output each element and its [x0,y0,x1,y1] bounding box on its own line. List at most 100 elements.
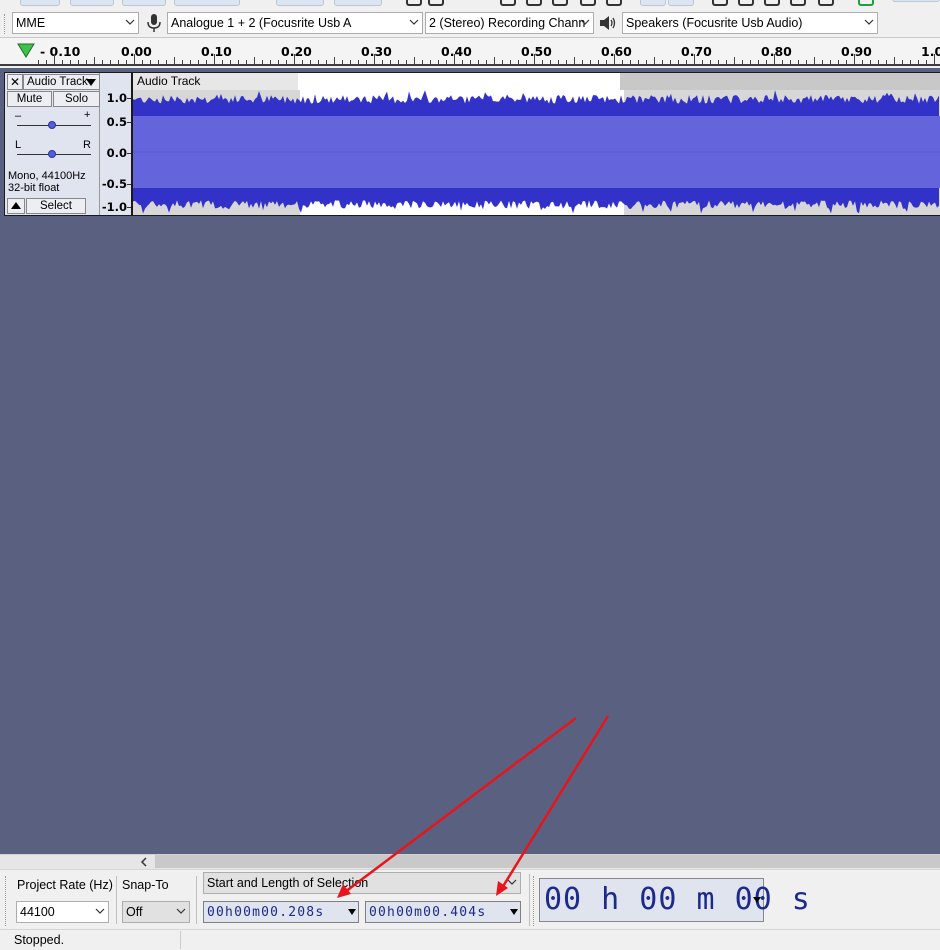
mute-label: Mute [16,93,43,105]
play-at-speed-icon[interactable] [858,0,874,6]
ruler-tick [326,60,327,64]
amplitude-tick [127,207,131,208]
waveform-area[interactable] [133,73,940,215]
chevron-down-icon [95,908,105,914]
ruler-tick [630,60,631,64]
silence-icon[interactable] [606,0,622,6]
project-rate-select[interactable]: 44100 [16,901,109,923]
playback-device-select[interactable]: Speakers (Focusrite Usb Audio) [622,12,878,34]
ruler-tick [382,60,383,64]
redo-button[interactable] [668,0,694,6]
ruler-tick [566,60,567,64]
time-format-menu-icon[interactable] [510,909,518,915]
audio-host-select[interactable]: MME [12,12,139,34]
ruler-tick [598,60,599,64]
solo-button[interactable]: Solo [53,91,100,107]
envelope-tool-icon[interactable] [428,0,444,6]
toolbar-grabber[interactable] [533,876,536,926]
ruler-tick [198,60,199,64]
toolbar-button[interactable] [276,0,324,6]
ruler-tick [854,54,855,64]
ruler-tick [414,57,415,64]
ruler-tick [358,60,359,64]
chevron-down-icon [507,879,517,885]
ruler-tick [54,54,55,64]
ruler-tick [838,60,839,64]
selection-start-time[interactable]: 00h00m00.208s [203,901,359,923]
fit-selection-icon[interactable] [764,0,780,6]
ruler-tick [270,60,271,64]
ruler-tick [366,60,367,64]
audio-position-display[interactable]: 00 h 00 m 00 s [539,878,810,922]
play-head-icon[interactable] [17,43,35,59]
toolbar-button[interactable] [70,0,114,6]
ruler-tick [430,60,431,64]
fit-project-icon[interactable] [790,0,806,6]
ruler-tick [174,57,175,64]
mute-button[interactable]: Mute [7,91,52,107]
select-track-button[interactable]: Select [26,198,86,214]
recording-device-select[interactable]: Analogue 1 + 2 (Focusrite Usb A [167,12,423,34]
cut-icon[interactable] [500,0,516,6]
close-icon: ✕ [9,75,21,89]
selection-mode-select[interactable]: Start and Length of Selection [203,872,521,894]
amplitude-tick [127,98,131,99]
ruler-tick-label: - 0.10 [40,44,81,59]
play-speed-slider[interactable] [892,0,940,2]
time-format-menu-icon[interactable] [348,909,356,915]
track-menu-button[interactable]: Audio Track [23,74,100,90]
selection-length-time[interactable]: 00h00m00.404s [365,901,521,923]
snap-to-label: Snap-To [122,878,169,892]
toolbar-button[interactable] [174,0,240,6]
trim-icon[interactable] [580,0,596,6]
copy-icon[interactable] [526,0,542,6]
zoom-in-icon[interactable] [712,0,728,6]
project-rate-label: Project Rate (Hz) [17,878,113,892]
ruler-tick [702,60,703,64]
ruler-tick-label: 0.90 [841,44,872,59]
audio-position-value: 00 h 00 m 00 s [544,882,811,917]
paste-icon[interactable] [552,0,568,6]
ruler-tick-label: 0.50 [521,44,552,59]
toolbar-button[interactable] [334,0,382,6]
select-track-label: Select [40,200,72,212]
scroll-left-icon[interactable] [139,857,149,867]
ruler-tick [582,60,583,64]
separator [529,874,530,926]
snap-to-select[interactable]: Off [122,901,190,923]
ruler-tick [638,60,639,64]
toolbar-button[interactable] [20,0,60,6]
time-format-menu-icon[interactable] [753,897,761,903]
close-track-button[interactable]: ✕ [7,74,23,90]
ruler-tick [502,60,503,64]
waveform [133,90,940,214]
ruler-tick [774,54,775,64]
ruler-tick [166,60,167,64]
gain-minus-label: – [15,110,22,122]
amplitude-label: -0.5 [101,177,127,191]
ruler-tick-label: 0.30 [361,44,392,59]
toolbar-grabber[interactable] [4,14,7,34]
ruler-tick [734,57,735,64]
ruler-tick [238,60,239,64]
ruler-tick [606,60,607,64]
ruler-tick [758,60,759,64]
pan-slider-knob[interactable] [48,150,56,158]
toolbar-button[interactable] [122,0,166,6]
amplitude-label: 0.0 [106,146,127,160]
ruler-tick [718,60,719,64]
ruler-tick-label: 1.0 [921,44,940,59]
ruler-tick [742,60,743,64]
gain-slider-knob[interactable] [48,121,56,129]
undo-button[interactable] [640,0,666,6]
collapse-track-button[interactable] [7,198,25,214]
recording-channels-select[interactable]: 2 (Stereo) Recording Chann [425,12,594,34]
scrollbar-thumb[interactable] [155,855,940,868]
timeline-ruler[interactable]: - 0.10 0.00 0.10 0.20 0.30 0.40 0.50 0.60 0.70 0.… [0,38,940,66]
toolbar-grabber[interactable] [5,876,8,926]
amplitude-tick [127,153,131,154]
track-name-bar-selected [298,73,620,90]
zoom-toggle-icon[interactable] [818,0,834,6]
zoom-out-icon[interactable] [738,0,754,6]
selection-tool-icon[interactable] [406,0,422,6]
